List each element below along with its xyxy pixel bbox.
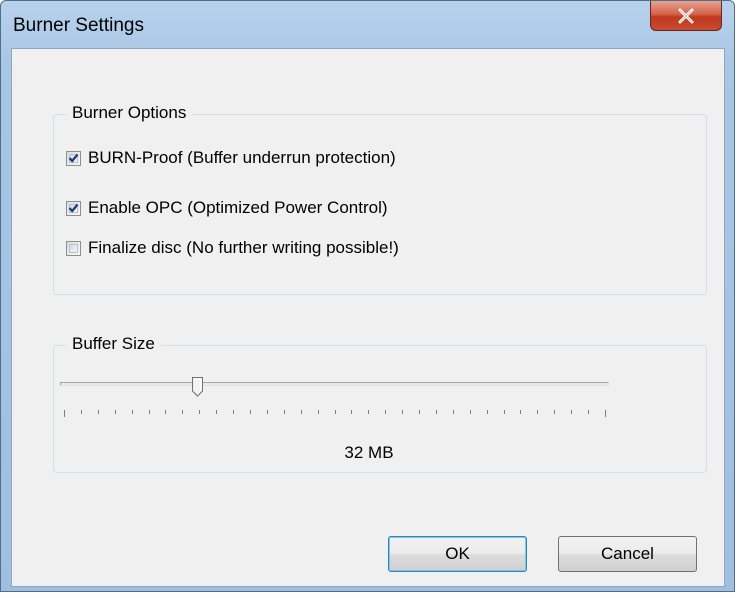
slider-thumb[interactable] — [192, 377, 203, 397]
slider-ticks — [60, 410, 609, 418]
slider-tick — [453, 410, 454, 414]
cancel-button[interactable]: Cancel — [558, 536, 697, 572]
burner-options-title: Burner Options — [66, 103, 193, 123]
slider-tick — [149, 410, 150, 414]
slider-tick — [470, 410, 471, 414]
slider-tick — [115, 410, 116, 414]
slider-tick — [233, 410, 234, 414]
slider-tick — [504, 410, 505, 414]
slider-tick — [250, 410, 251, 414]
slider-tick — [520, 410, 521, 414]
slider-tick — [318, 410, 319, 414]
slider-tick — [537, 410, 538, 414]
slider-tick — [284, 410, 285, 414]
slider-tick — [81, 410, 82, 414]
dialog-content: Burner Options BURN-Proof (Buffer underr… — [11, 48, 725, 587]
title-bar[interactable]: Burner Settings — [1, 1, 734, 51]
slider-tick — [199, 410, 200, 414]
slider-tick — [402, 410, 403, 414]
slider-tick — [385, 410, 386, 414]
checkbox-enable-opc[interactable]: Enable OPC (Optimized Power Control) — [66, 198, 388, 218]
checkmark-icon — [68, 153, 79, 163]
checkbox-box[interactable] — [66, 240, 81, 256]
buffer-size-value: 32 MB — [344, 443, 394, 462]
close-x-icon — [678, 8, 694, 23]
checkbox-label: Enable OPC (Optimized Power Control) — [88, 198, 388, 217]
slider-tick — [571, 410, 572, 414]
slider-tick — [267, 410, 268, 414]
checkbox-label: Finalize disc (No further writing possib… — [88, 238, 399, 257]
slider-tick — [436, 410, 437, 414]
slider-tick — [368, 410, 369, 414]
slider-tick — [165, 410, 166, 414]
dialog-window: Burner Settings Burner Options BURN-Proo… — [0, 0, 735, 592]
slider-track[interactable] — [60, 382, 609, 386]
buffer-size-title: Buffer Size — [66, 334, 161, 354]
slider-tick — [419, 410, 420, 414]
slider-tick — [132, 410, 133, 414]
slider-tick — [487, 410, 488, 414]
ok-button[interactable]: OK — [388, 536, 527, 572]
slider-tick — [588, 410, 589, 414]
checkbox-box[interactable] — [66, 200, 81, 216]
close-button[interactable] — [650, 1, 722, 31]
window-title: Burner Settings — [13, 15, 144, 36]
slider-tick — [98, 410, 99, 414]
slider-tick — [335, 410, 336, 414]
slider-tick — [64, 410, 65, 417]
slider-tick — [351, 410, 352, 414]
checkbox-burn-proof[interactable]: BURN-Proof (Buffer underrun protection) — [66, 148, 396, 168]
checkbox-box[interactable] — [66, 150, 81, 166]
buffer-size-slider[interactable] — [60, 377, 614, 432]
checkbox-finalize-disc[interactable]: Finalize disc (No further writing possib… — [66, 238, 399, 258]
checkbox-label: BURN-Proof (Buffer underrun protection) — [88, 148, 396, 167]
slider-tick — [216, 410, 217, 414]
slider-tick — [554, 410, 555, 414]
slider-tick — [301, 410, 302, 414]
slider-tick — [605, 410, 606, 417]
checkmark-icon — [68, 203, 79, 213]
slider-tick — [182, 410, 183, 414]
